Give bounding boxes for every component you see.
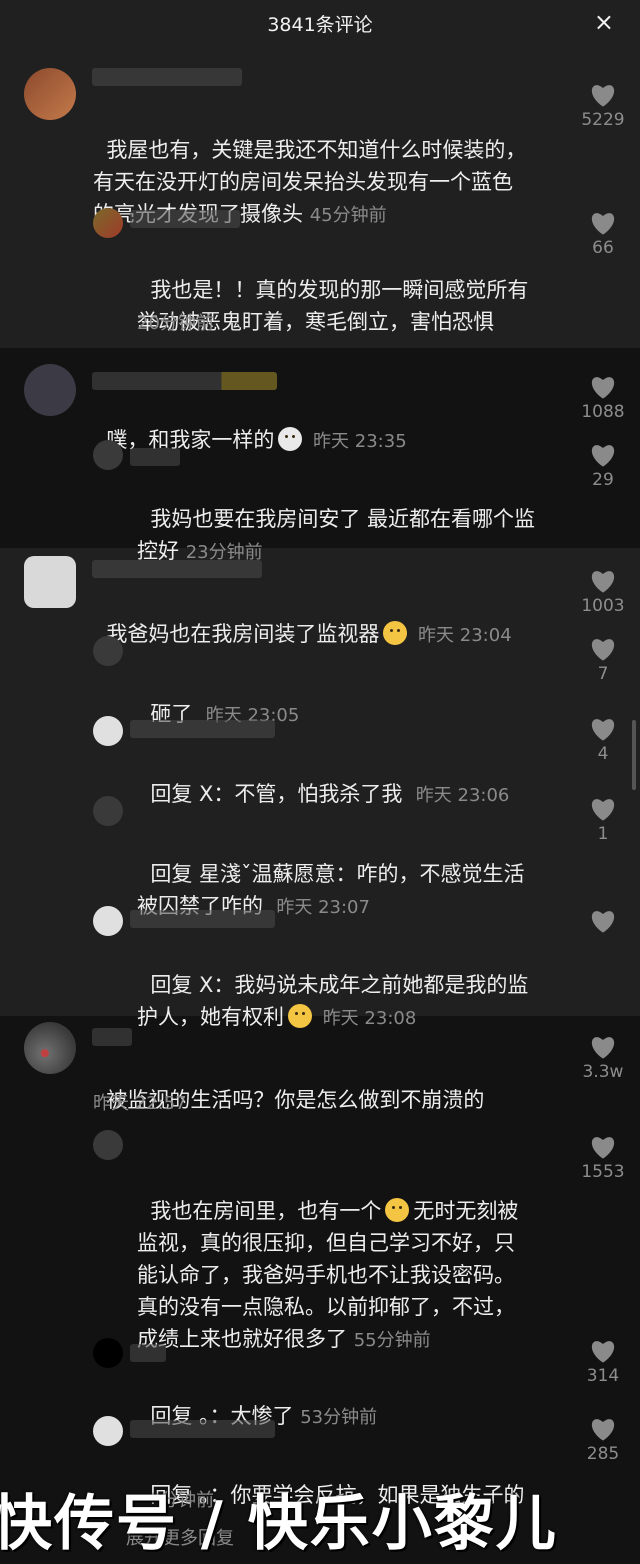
cat-emoji-icon (278, 427, 303, 451)
avatar[interactable] (93, 1416, 123, 1446)
heart-icon (591, 639, 615, 661)
avatar[interactable] (93, 1338, 123, 1368)
avatar[interactable] (24, 68, 76, 120)
like-button[interactable]: 1088 (578, 374, 628, 422)
comment-body: 我爸妈也在我房间装了监视器 (106, 622, 380, 646)
like-button[interactable]: 7 (578, 636, 628, 684)
heart-icon (591, 377, 615, 399)
avatar[interactable] (93, 906, 123, 936)
comment-time: 昨天 22:57 (93, 1093, 187, 1114)
heart-icon (591, 1341, 615, 1363)
username-blurred[interactable] (92, 68, 242, 86)
avatar[interactable] (93, 208, 123, 238)
reply-text: 我也在房间里，也有一个 无时无刻被 监视，真的很压抑，但自己学习不好，只 能认命了… (137, 1163, 518, 1357)
comment-time: 昨天 23:08 (322, 1008, 417, 1029)
like-count: 314 (586, 1366, 620, 1386)
reply-text: 我妈也要在我房间安了 最近都在看哪个监 控好 23分钟前 (137, 471, 535, 569)
heart-icon (591, 1137, 615, 1159)
like-button[interactable]: 66 (578, 210, 628, 258)
watermark: 快传号 / 快乐小黎儿 (0, 1489, 558, 1559)
username-blurred[interactable] (130, 210, 240, 228)
reply-text: 回复 X：不管，怕我杀了我 昨天 23:06 (137, 746, 509, 812)
like-count: 4 (597, 744, 609, 764)
heart-icon (591, 445, 615, 467)
comment-time: 昨天 23:06 (415, 785, 510, 806)
username-blurred[interactable] (130, 1420, 275, 1438)
like-count: 29 (592, 470, 614, 490)
heart-icon (591, 1037, 615, 1059)
scrollbar[interactable] (632, 720, 636, 790)
heart-icon (591, 911, 615, 933)
like-count: 1088 (581, 402, 625, 422)
comment-time: 昨天 23:35 (313, 431, 407, 452)
like-button[interactable]: 1 (578, 796, 628, 844)
like-count: 1553 (581, 1162, 625, 1182)
close-icon[interactable]: × (594, 8, 614, 36)
reply-time: 20分钟前 (137, 313, 214, 334)
like-count: 3.3w (582, 1062, 624, 1082)
comment-count-title: 3841条评论 (267, 14, 373, 36)
heart-icon (591, 213, 615, 235)
reply-body: 我也在房间里，也有一个 (150, 1199, 382, 1223)
like-button[interactable]: 314 (578, 1338, 628, 1386)
like-count: 7 (597, 664, 609, 684)
comment-time: 53分钟前 (300, 1407, 378, 1428)
username-blurred[interactable] (92, 372, 277, 390)
comment-time: 45分钟前 (309, 205, 387, 226)
heart-icon (591, 85, 615, 107)
avatar[interactable] (93, 636, 123, 666)
like-button[interactable]: 285 (578, 1416, 628, 1464)
comment-text: 我爸妈也在我房间装了监视器 昨天 23:04 (93, 586, 512, 652)
heart-icon (591, 571, 615, 593)
like-count: 66 (592, 238, 614, 258)
username-blurred[interactable] (130, 1344, 166, 1362)
comments-header: 3841条评论 × (0, 0, 640, 46)
like-button[interactable]: 5229 (578, 82, 628, 130)
like-count: 1 (597, 824, 609, 844)
reply-body: 回复 X：不管，怕我杀了我 (150, 782, 403, 806)
like-button[interactable]: 4 (578, 716, 628, 764)
like-button[interactable]: 29 (578, 442, 628, 490)
avatar[interactable] (93, 440, 123, 470)
like-button[interactable]: 3.3w (578, 1034, 628, 1082)
avatar[interactable] (93, 1130, 123, 1160)
avatar[interactable] (93, 796, 123, 826)
username-blurred[interactable] (130, 720, 275, 738)
heart-icon (591, 719, 615, 741)
like-count: 1003 (581, 596, 625, 616)
username-blurred[interactable] (92, 1028, 132, 1046)
username-blurred[interactable] (130, 448, 180, 466)
heart-icon (591, 1419, 615, 1441)
avatar[interactable] (24, 364, 76, 416)
pleading-emoji-icon (383, 621, 408, 645)
avatar[interactable] (24, 1022, 76, 1074)
like-button[interactable] (578, 908, 628, 936)
comment-time: 昨天 23:07 (276, 897, 370, 918)
comment-time: 昨天 23:04 (418, 625, 512, 646)
heart-icon (591, 799, 615, 821)
reply-text: 回复 X：我妈说未成年之前她都是我的监 护人，她有权利 昨天 23:08 (137, 937, 528, 1035)
username-blurred[interactable] (130, 910, 275, 928)
like-count: 5229 (581, 110, 625, 130)
like-button[interactable]: 1553 (578, 1134, 628, 1182)
username-blurred[interactable] (92, 560, 262, 578)
like-count: 285 (586, 1444, 620, 1464)
pleading-emoji-icon (288, 1004, 312, 1028)
avatar[interactable] (24, 556, 76, 608)
like-button[interactable]: 1003 (578, 568, 628, 616)
comment-time: 55分钟前 (353, 1330, 431, 1351)
avatar[interactable] (93, 716, 123, 746)
smile-emoji-icon (385, 1198, 410, 1222)
